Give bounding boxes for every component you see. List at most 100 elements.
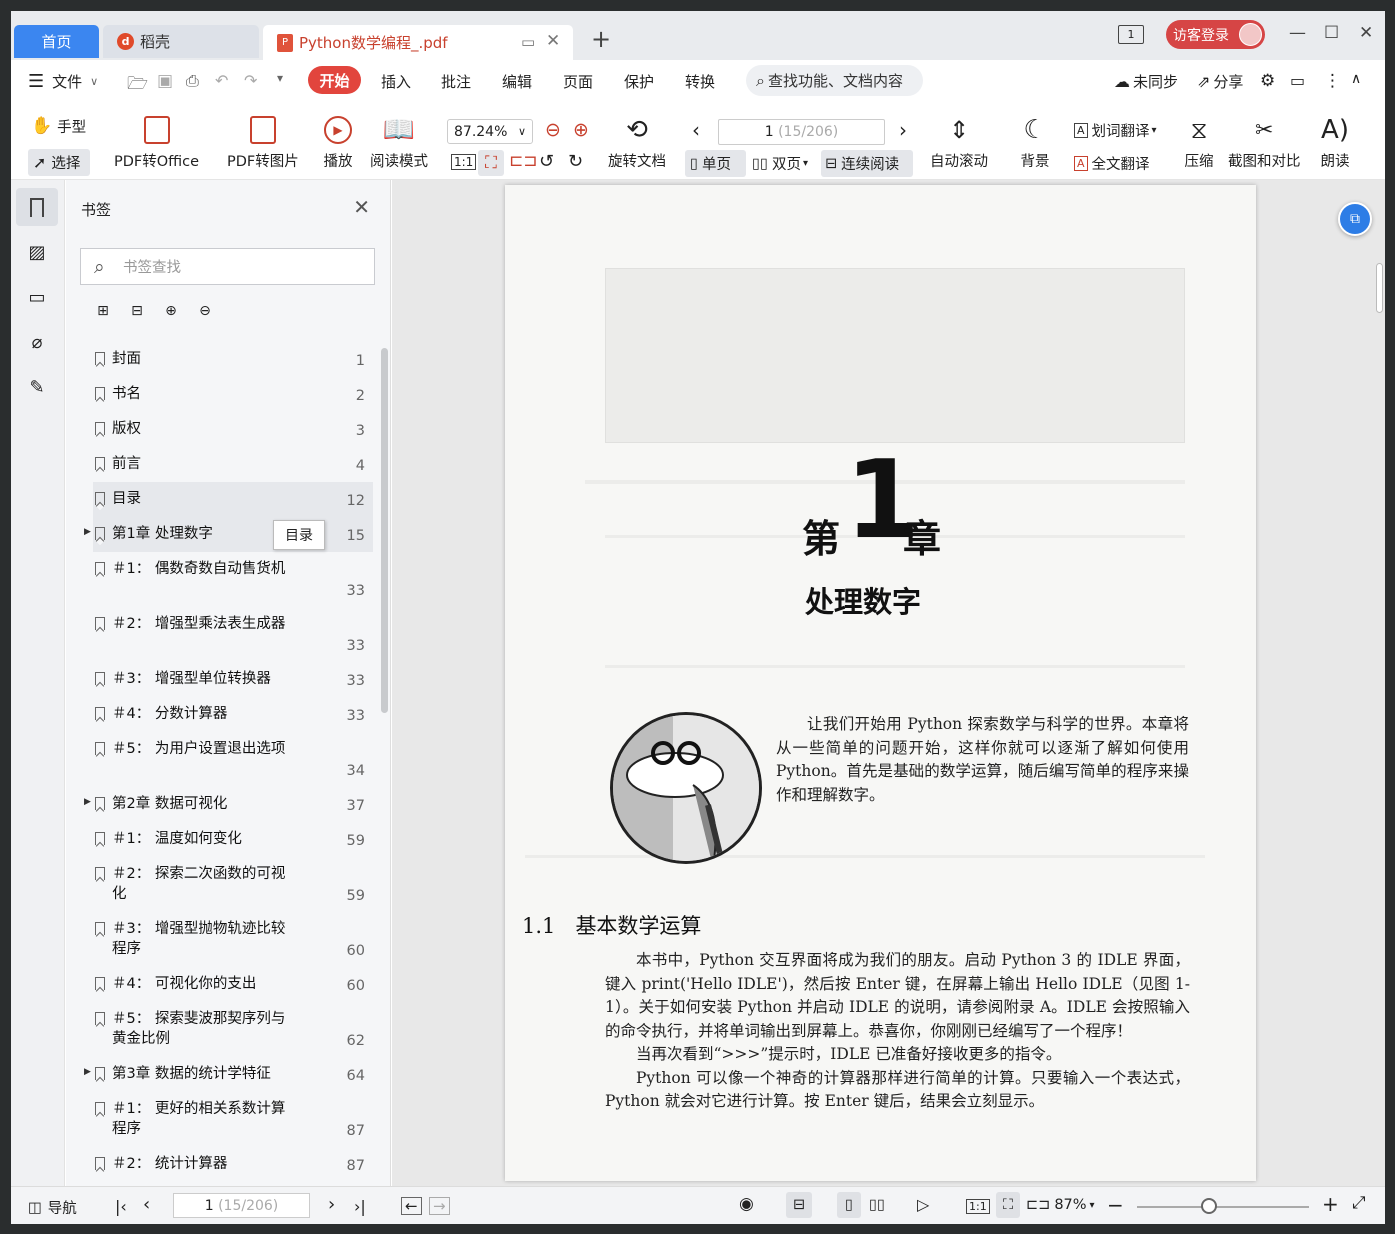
open-icon[interactable]: 🗁: [127, 71, 148, 100]
bookmark-item[interactable]: ＃3： 增强型单位转换器 33: [93, 662, 373, 697]
more-quick-icon[interactable]: ▾: [277, 71, 283, 85]
continuous-read-button[interactable]: ⊟ 连续阅读: [821, 150, 913, 177]
fit-width-icon[interactable]: ⊏⊐: [509, 151, 538, 171]
pdf-to-image-button[interactable]: PDF转图片: [227, 114, 299, 171]
float-window-icon[interactable]: ▭: [521, 33, 535, 51]
bookmark-item[interactable]: 封面 1: [93, 342, 373, 377]
file-menu[interactable]: ☰ 文件 ∨: [28, 71, 98, 92]
zoom-in-icon[interactable]: ⊕: [573, 119, 589, 141]
eye-protect-icon[interactable]: ◉: [739, 1194, 754, 1214]
print-icon[interactable]: ⎙: [186, 71, 199, 91]
collapse-ribbon-icon[interactable]: ∧: [1351, 71, 1361, 87]
document-scrollbar[interactable]: [1376, 263, 1383, 313]
bookmark-item[interactable]: ＃5： 为用户设置退出选项 34: [93, 732, 373, 787]
expand-arrow-icon[interactable]: ▶: [84, 1067, 91, 1077]
bookmark-item[interactable]: ▶ 第3章 数据的统计学特征 64: [84, 1057, 373, 1092]
close-tab-icon[interactable]: ✕: [546, 31, 560, 51]
double-page-button[interactable]: ▯▯ 双页 ▾: [752, 150, 808, 177]
expand-arrow-icon[interactable]: ▶: [84, 527, 91, 537]
bookmark-scrollbar[interactable]: [381, 348, 388, 713]
back-icon[interactable]: ←: [401, 1197, 422, 1215]
share-button[interactable]: ⇗ 分享: [1197, 71, 1243, 92]
bookmark-item[interactable]: 书名 2: [93, 377, 373, 412]
status-zoom-select[interactable]: ⊏⊐ 87% ▾: [1026, 1197, 1095, 1213]
new-tab-button[interactable]: +: [591, 27, 611, 51]
prev-page-icon[interactable]: ‹: [692, 118, 700, 142]
tab-home[interactable]: 首页: [14, 25, 99, 58]
collapse-all-icon[interactable]: ⊟: [120, 303, 154, 319]
zoom-slider[interactable]: [1137, 1206, 1309, 1208]
navigation-toggle[interactable]: ◫ 导航: [28, 1197, 77, 1218]
zoom-out-icon[interactable]: ⊖: [545, 119, 561, 141]
bookmark-item[interactable]: 版权 3: [93, 412, 373, 447]
bookmark-item[interactable]: ＃1： 偶数奇数自动售货机 33: [93, 552, 373, 607]
rotate-right-icon[interactable]: ↻: [568, 151, 583, 172]
bookmark-search-input[interactable]: ⌕ 书签查找: [80, 248, 375, 285]
bookmark-item[interactable]: 前言 4: [93, 447, 373, 482]
compress-button[interactable]: ⧖ 压缩: [1183, 114, 1215, 171]
maximize-icon[interactable]: ☐: [1324, 23, 1339, 43]
thumbnail-icon[interactable]: ▨: [16, 233, 58, 271]
page-input[interactable]: 1 (15/206): [718, 119, 885, 145]
tab-document[interactable]: P Python数学编程_.pdf ▭ ✕: [263, 25, 573, 60]
tab-daoke[interactable]: d 稻壳: [103, 25, 259, 58]
background-button[interactable]: ☾ 背景: [1019, 114, 1051, 171]
delete-bookmark-icon[interactable]: ⊖: [188, 303, 222, 319]
feature-search[interactable]: ⌕ 查找功能、文档内容: [746, 65, 923, 96]
actual-size-icon[interactable]: 1:1: [451, 154, 477, 170]
pdf-to-office-button[interactable]: PDF转Office: [114, 114, 199, 171]
bookmark-item[interactable]: 目录 12: [93, 482, 373, 517]
read-aloud-button[interactable]: A) 朗读: [1319, 114, 1351, 171]
fit-page-icon[interactable]: ⛶: [478, 150, 504, 176]
single-page-button[interactable]: ▯ 单页: [685, 150, 746, 177]
tab-insert[interactable]: 插入: [381, 71, 411, 92]
actual-size-status-icon[interactable]: 1:1: [966, 1199, 990, 1214]
rotate-left-icon[interactable]: ↺: [539, 151, 554, 172]
bookmark-item[interactable]: ＃4： 可视化你的支出 60: [93, 967, 373, 1002]
bookmark-panel-icon[interactable]: [16, 188, 58, 226]
signature-icon[interactable]: ✎: [16, 368, 58, 406]
bookmark-item[interactable]: ＃1： 温度如何变化 59: [93, 822, 373, 857]
zoom-select[interactable]: 87.24% ∨: [447, 119, 533, 144]
word-translate-button[interactable]: A 划词翻译 ▾: [1074, 120, 1157, 141]
comment-panel-icon[interactable]: ▭: [16, 278, 58, 316]
save-icon[interactable]: ▣: [157, 71, 173, 91]
close-window-icon[interactable]: ✕: [1359, 23, 1373, 43]
next-page-icon[interactable]: ›: [899, 118, 907, 142]
window-count-badge[interactable]: 1: [1118, 25, 1144, 44]
play-status-icon[interactable]: ▷: [917, 1195, 929, 1214]
single-page-status-icon[interactable]: ▯: [837, 1192, 861, 1218]
zoom-out-status-icon[interactable]: −: [1107, 1193, 1124, 1217]
bookmark-item[interactable]: ＃2： 探索二次函数的可视化 59: [93, 857, 373, 912]
minimize-icon[interactable]: —: [1289, 23, 1306, 43]
tab-annotate[interactable]: 批注: [441, 71, 471, 92]
attachment-icon[interactable]: ⌀: [16, 323, 58, 361]
fit-page-status-icon[interactable]: ⛶: [996, 1192, 1020, 1218]
sync-status[interactable]: ☁ 未同步: [1114, 71, 1178, 92]
tab-page[interactable]: 页面: [563, 71, 593, 92]
tab-protect[interactable]: 保护: [624, 71, 654, 92]
prev-page-icon[interactable]: ‹: [143, 1194, 150, 1215]
forward-icon[interactable]: →: [429, 1197, 450, 1215]
tab-start[interactable]: 开始: [308, 66, 361, 94]
fullscreen-icon[interactable]: ⤢: [1352, 1193, 1366, 1213]
settings-icon[interactable]: ⚙: [1260, 71, 1275, 91]
screenshot-compare-button[interactable]: ✂ 截图和对比: [1228, 114, 1301, 171]
zoom-in-status-icon[interactable]: +: [1322, 1192, 1339, 1216]
rotate-doc-button[interactable]: ⟲ 旋转文档: [608, 114, 666, 171]
tab-convert[interactable]: 转换: [685, 71, 715, 92]
document-view[interactable]: 第 1 章 处理数字 让我们开始用 Python 探索数学与科学的世界。本章将从…: [392, 180, 1385, 1186]
status-page-input[interactable]: 1 (15/206): [173, 1193, 310, 1218]
read-mode-button[interactable]: 📖 阅读模式: [370, 114, 428, 171]
last-page-icon[interactable]: ›|: [354, 1197, 366, 1216]
bookmark-item[interactable]: ＃5： 探索斐波那契序列与黄金比例 62: [93, 1002, 373, 1057]
play-button[interactable]: ▶ 播放: [322, 114, 354, 171]
expand-all-icon[interactable]: ⊞: [86, 303, 120, 319]
bookmark-item[interactable]: ＃1： 更好的相关系数计算程序 87: [93, 1092, 373, 1147]
expand-arrow-icon[interactable]: ▶: [84, 797, 91, 807]
login-button[interactable]: 访客登录: [1166, 20, 1265, 49]
double-page-status-icon[interactable]: ▯▯: [869, 1197, 885, 1213]
redo-icon[interactable]: ↷: [244, 71, 257, 90]
floating-tool-button[interactable]: ⧉: [1338, 202, 1372, 236]
first-page-icon[interactable]: |‹: [115, 1197, 127, 1216]
